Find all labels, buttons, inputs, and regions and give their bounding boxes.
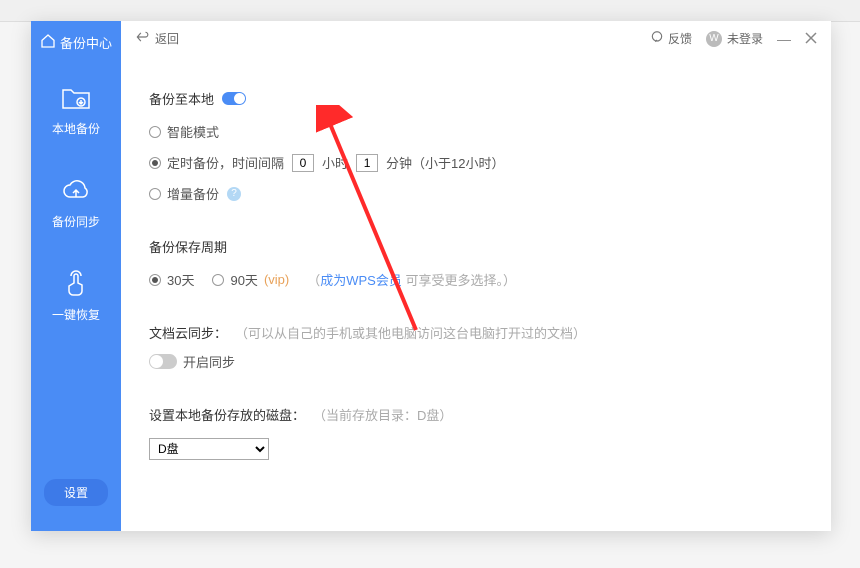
- sidebar-item-backup-sync[interactable]: 备份同步: [52, 175, 100, 230]
- radio-incremental[interactable]: 增量备份 ?: [149, 184, 803, 203]
- radio-icon: [149, 157, 161, 169]
- section-title-text: 文档云同步：: [149, 323, 227, 342]
- feedback-button[interactable]: 反馈: [650, 30, 692, 47]
- main-panel: 返回 反馈 W 未登录 —: [121, 21, 831, 531]
- radio-icon: [212, 274, 224, 286]
- sidebar-item-label: 本地备份: [52, 120, 100, 137]
- radio-timed-backup[interactable]: 定时备份，时间间隔 小时 分钟（小于12小时）: [149, 153, 803, 172]
- radio-label: 智能模式: [167, 122, 219, 141]
- section-title-text: 备份保存周期: [149, 237, 227, 256]
- section-disk: 设置本地备份存放的磁盘： （当前存放目录：D盘） D盘: [149, 405, 803, 460]
- radio-label: 增量备份: [167, 184, 219, 203]
- section-cloud-sync: 文档云同步： （可以从自己的手机或其他电脑访问这台电脑打开过的文档） 开启同步: [149, 323, 803, 371]
- cloud-sync-toggle[interactable]: [149, 354, 177, 369]
- sidebar-item-restore[interactable]: 一键恢复: [52, 268, 100, 323]
- vip-badge: (vip): [264, 272, 289, 287]
- close-button[interactable]: [805, 31, 817, 47]
- backup-center-window: 备份中心 本地备份 备份同步 一键恢复 设置: [31, 21, 831, 531]
- avatar: W: [706, 31, 722, 47]
- radio-label: 90天: [230, 270, 257, 289]
- section-backup-local: 备份至本地 智能模式 定时备份，时间间隔 小时 分钟（小于12小时）: [149, 89, 803, 203]
- help-icon[interactable]: ?: [227, 187, 241, 201]
- sidebar-item-label: 备份同步: [52, 213, 100, 230]
- user-label: 未登录: [727, 30, 763, 47]
- toggle-label: 开启同步: [183, 352, 235, 371]
- backup-local-toggle[interactable]: [222, 92, 246, 105]
- sidebar: 备份中心 本地备份 备份同步 一键恢复 设置: [31, 21, 121, 531]
- section-retention: 备份保存周期 30天 90天 (vip) （成为WPS会员 可享受更多选择。）: [149, 237, 803, 289]
- sidebar-item-label: 一键恢复: [52, 306, 100, 323]
- section-title-text: 设置本地备份存放的磁盘：: [149, 405, 305, 424]
- radio-30days[interactable]: 30天: [149, 270, 194, 289]
- folder-download-icon: [60, 82, 92, 114]
- retention-more: （成为WPS会员 可享受更多选择。）: [307, 270, 516, 289]
- section-hint: （当前存放目录：D盘）: [313, 405, 452, 424]
- sidebar-title-text: 备份中心: [60, 33, 112, 52]
- radio-icon: [149, 126, 161, 138]
- hours-input[interactable]: [292, 154, 314, 172]
- cloud-upload-icon: [60, 175, 92, 207]
- content: 备份至本地 智能模式 定时备份，时间间隔 小时 分钟（小于12小时）: [121, 57, 831, 526]
- hours-unit: 小时: [322, 153, 348, 172]
- radio-smart-mode[interactable]: 智能模式: [149, 122, 803, 141]
- minimize-button[interactable]: —: [777, 31, 791, 47]
- home-icon: [40, 33, 56, 52]
- disk-select[interactable]: D盘: [149, 438, 269, 460]
- back-button[interactable]: 返回: [135, 30, 179, 47]
- radio-label: 定时备份，时间间隔: [167, 153, 284, 172]
- hand-tap-icon: [60, 268, 92, 300]
- settings-button[interactable]: 设置: [44, 479, 108, 506]
- feedback-label: 反馈: [668, 30, 692, 47]
- sidebar-title: 备份中心: [40, 33, 112, 52]
- sidebar-item-local-backup[interactable]: 本地备份: [52, 82, 100, 137]
- section-hint: （可以从自己的手机或其他电脑访问这台电脑打开过的文档）: [235, 323, 586, 342]
- minutes-input[interactable]: [356, 154, 378, 172]
- topbar: 返回 反馈 W 未登录 —: [121, 21, 831, 57]
- back-label: 返回: [155, 30, 179, 47]
- radio-icon: [149, 188, 161, 200]
- radio-label: 30天: [167, 270, 194, 289]
- section-title-text: 备份至本地: [149, 89, 214, 108]
- radio-icon: [149, 274, 161, 286]
- user-login[interactable]: W 未登录: [706, 30, 763, 47]
- radio-90days[interactable]: 90天 (vip): [212, 270, 289, 289]
- back-arrow-icon: [135, 30, 149, 47]
- speech-bubble-icon: [650, 30, 664, 47]
- minutes-unit: 分钟（小于12小时）: [386, 153, 504, 172]
- wps-member-link[interactable]: 成为WPS会员: [320, 273, 402, 288]
